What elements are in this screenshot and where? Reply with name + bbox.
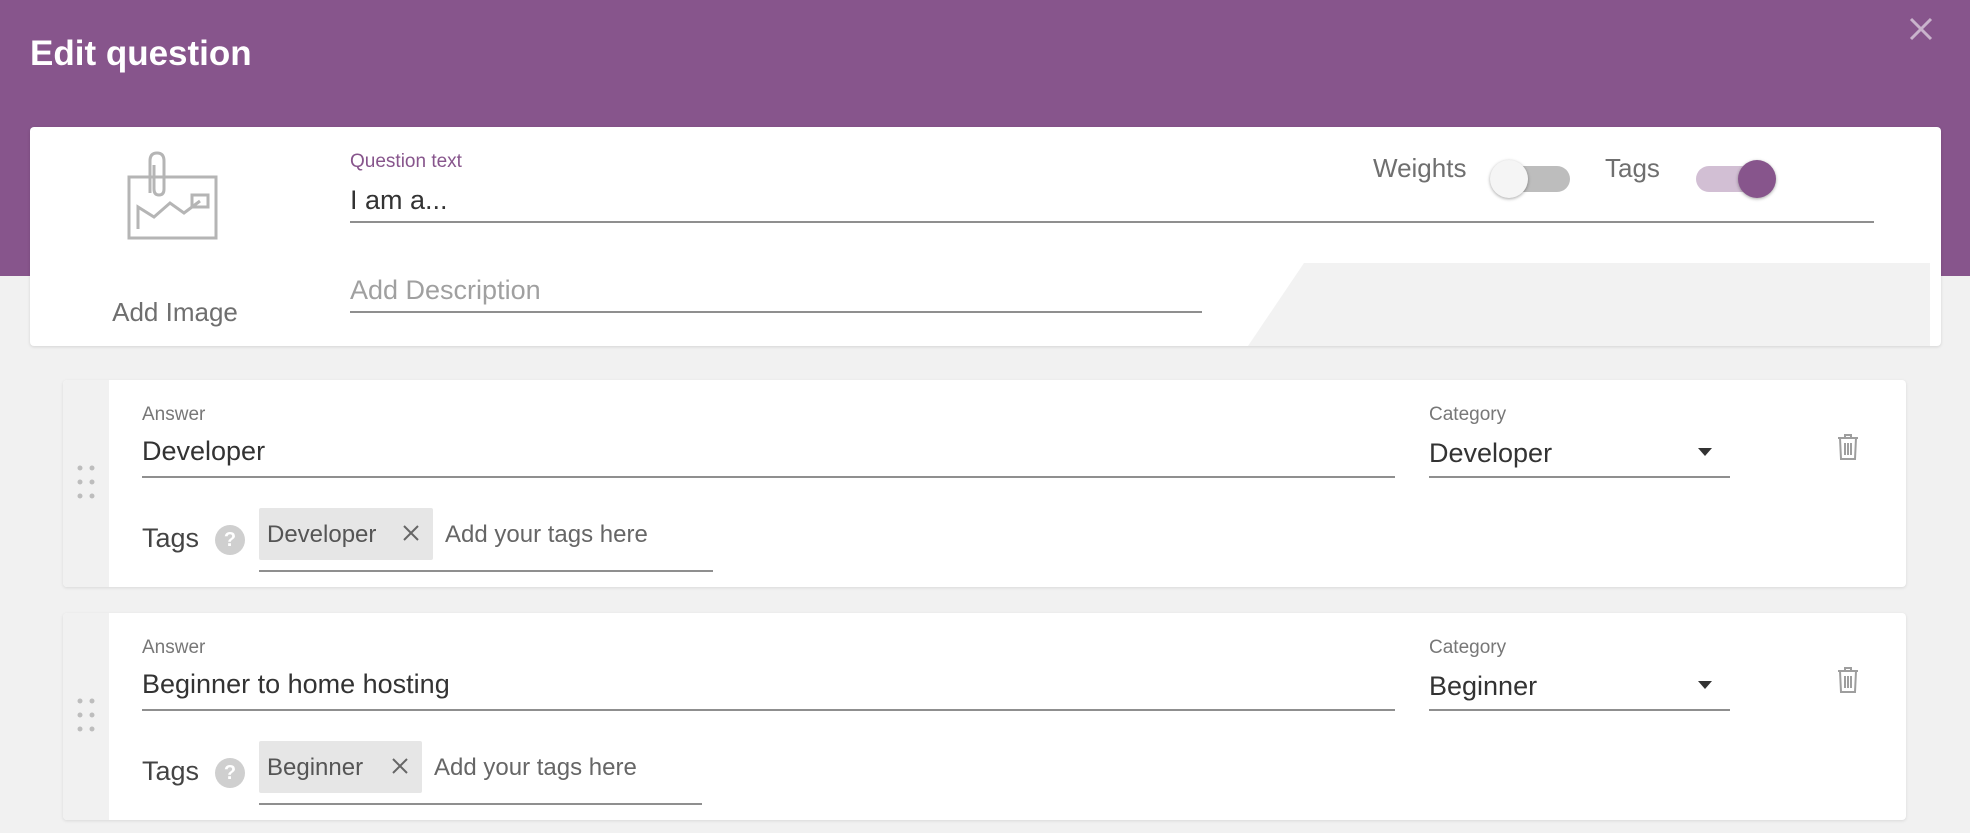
answer-label: Answer <box>142 637 206 658</box>
question-text-label: Question text <box>350 151 462 172</box>
answer-input[interactable] <box>142 426 1395 478</box>
category-value: Developer <box>1429 438 1553 468</box>
drag-handle[interactable] <box>63 613 109 820</box>
close-icon[interactable] <box>390 756 410 776</box>
help-icon[interactable]: ? <box>215 525 245 555</box>
toggle-panel <box>1248 263 1930 346</box>
description-input[interactable] <box>350 269 1202 313</box>
close-icon[interactable] <box>401 523 421 543</box>
weights-toggle[interactable] <box>1490 160 1570 198</box>
trash-icon[interactable] <box>1837 667 1859 693</box>
dialog-title: Edit question <box>30 34 252 73</box>
tag-chip: Beginner <box>259 741 422 793</box>
image-attachment-icon[interactable] <box>126 151 222 243</box>
tags-field: Beginner <box>259 741 702 805</box>
tags-label: Tags <box>142 523 200 553</box>
answer-card: Answer Category Developer Tags ? Develop… <box>63 380 1906 587</box>
category-label: Category <box>1429 404 1507 425</box>
caret-down-icon <box>1698 448 1712 456</box>
close-icon[interactable] <box>1904 12 1938 46</box>
help-icon[interactable]: ? <box>215 758 245 788</box>
trash-icon[interactable] <box>1837 434 1859 460</box>
category-value: Beginner <box>1429 671 1538 701</box>
tag-chip: Developer <box>259 508 433 560</box>
category-label: Category <box>1429 637 1507 658</box>
tags-field: Developer <box>259 508 713 572</box>
category-select[interactable]: Developer <box>1429 426 1730 478</box>
add-image-label[interactable]: Add Image <box>90 297 260 328</box>
tag-chip-label: Developer <box>267 521 377 548</box>
tags-toggle-label: Tags <box>1605 153 1660 183</box>
question-text-input[interactable] <box>350 179 1874 223</box>
answer-input[interactable] <box>142 659 1395 711</box>
drag-handle-icon <box>77 698 95 732</box>
tags-toggle[interactable] <box>1696 160 1776 198</box>
drag-handle-icon <box>77 465 95 499</box>
weights-label: Weights <box>1373 153 1467 183</box>
tags-input[interactable] <box>434 749 674 787</box>
drag-handle[interactable] <box>63 380 109 587</box>
category-select[interactable]: Beginner <box>1429 659 1730 711</box>
tag-chip-label: Beginner <box>267 754 364 781</box>
answer-label: Answer <box>142 404 206 425</box>
tags-label: Tags <box>142 756 200 786</box>
tags-input[interactable] <box>445 516 685 554</box>
caret-down-icon <box>1698 681 1712 689</box>
answer-card: Answer Category Beginner Tags ? Beginner <box>63 613 1906 820</box>
